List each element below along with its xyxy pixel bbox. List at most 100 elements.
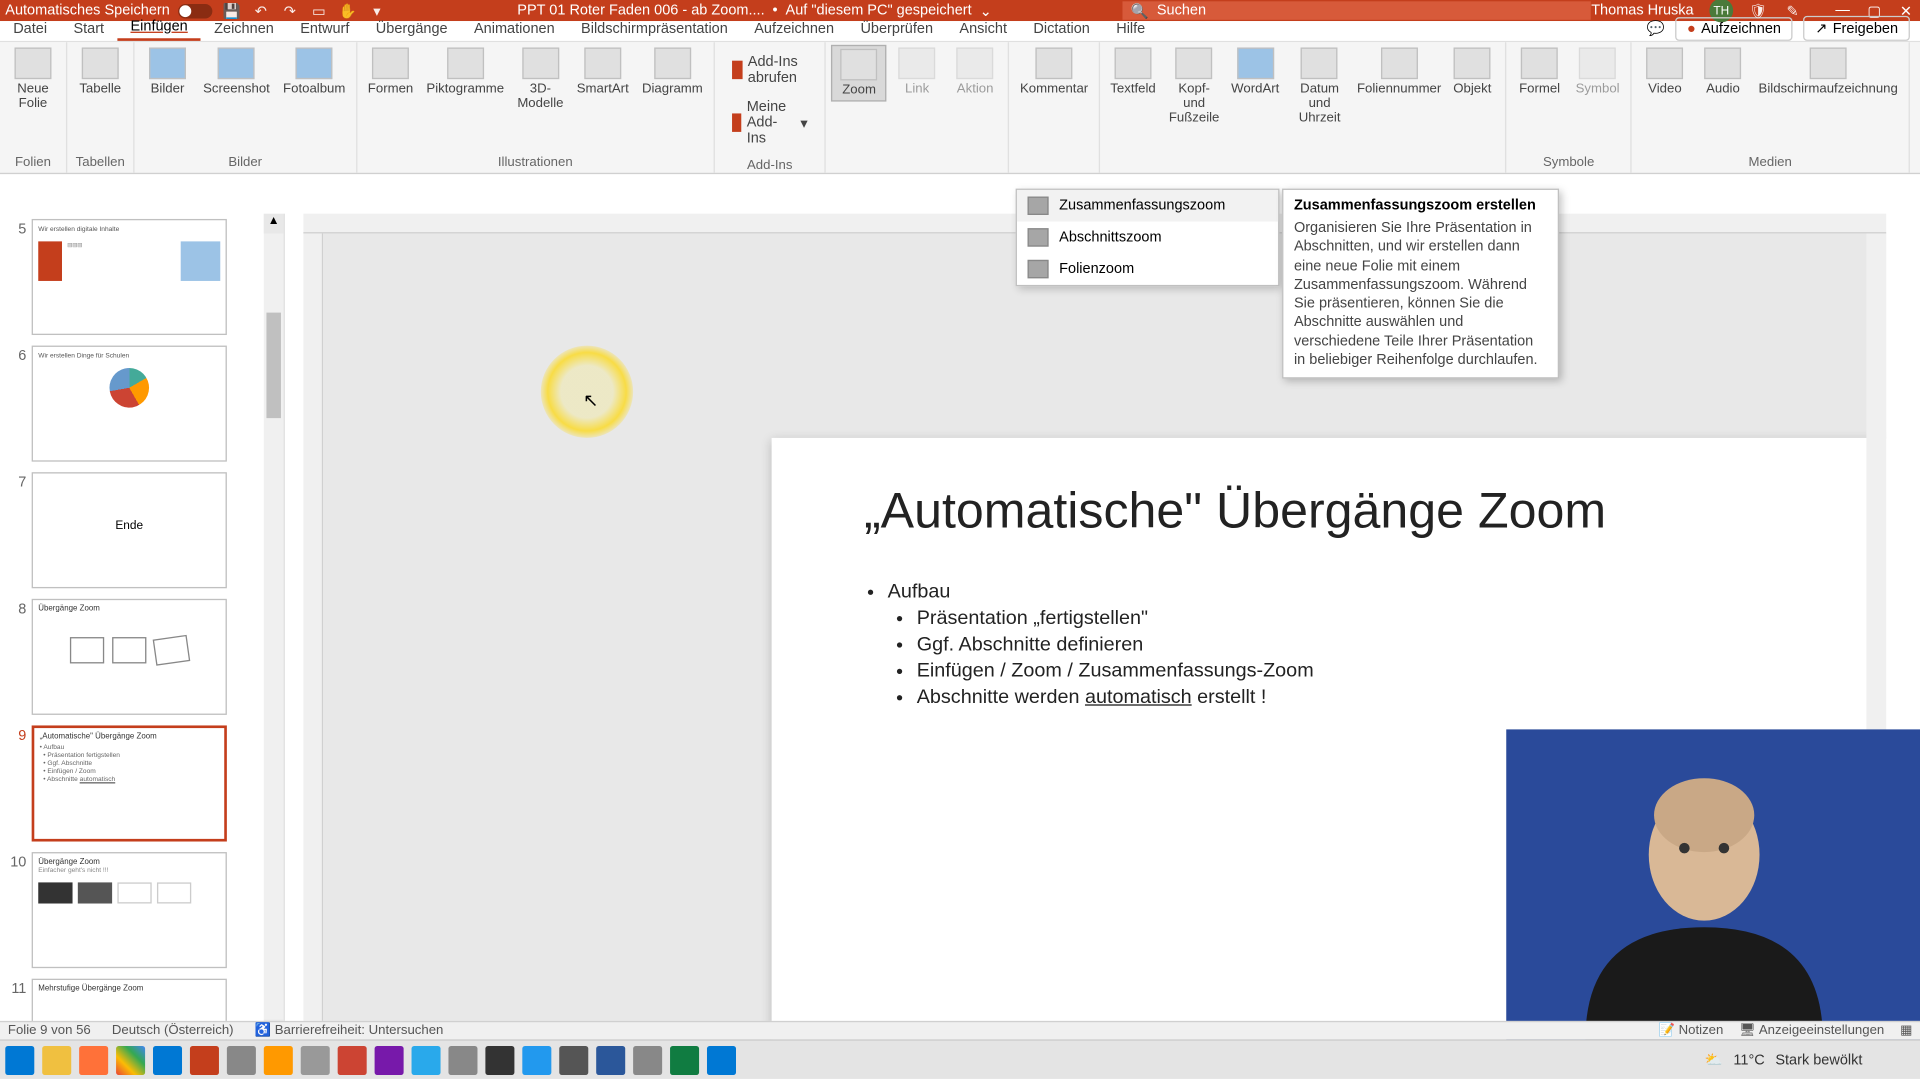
textbox-button[interactable]: Textfeld: [1105, 45, 1160, 99]
slide-thumbnail-7[interactable]: Ende: [32, 472, 227, 588]
present-icon[interactable]: ▭: [310, 1, 328, 19]
shapes-button[interactable]: Formen: [363, 45, 419, 99]
touch-icon[interactable]: ✋: [339, 1, 357, 19]
object-button[interactable]: Objekt: [1445, 45, 1500, 99]
tab-ansicht[interactable]: Ansicht: [946, 16, 1020, 41]
firefox-icon[interactable]: [79, 1045, 108, 1074]
redo-icon[interactable]: ↷: [281, 1, 299, 19]
summary-zoom-icon: [1028, 197, 1049, 215]
scroll-up-icon[interactable]: ▲: [264, 214, 284, 234]
photoalbum-button[interactable]: Fotoalbum: [278, 45, 351, 99]
slide-thumbnail-5[interactable]: Wir erstellen digitale Inhalte▤▤▤: [32, 219, 227, 335]
my-addins-button[interactable]: Meine Add-Ins▾: [725, 95, 814, 150]
slide-thumbnail-9[interactable]: „Automatische" Übergänge Zoom• Aufbau • …: [32, 725, 227, 841]
zoom-section-item[interactable]: Abschnittszoom: [1017, 222, 1278, 254]
zoom-button[interactable]: Zoom: [831, 45, 886, 102]
tab-start[interactable]: Start: [60, 16, 117, 41]
accessibility-check[interactable]: ♿ Barrierefreiheit: Untersuchen: [255, 1024, 444, 1039]
language-indicator[interactable]: Deutsch (Österreich): [112, 1024, 234, 1039]
group-tabellen-label: Tabellen: [73, 153, 128, 173]
excel-icon[interactable]: [670, 1045, 699, 1074]
thumbnails-scrollbar[interactable]: ▲ ▼: [264, 214, 284, 1040]
tab-zeichnen[interactable]: Zeichnen: [201, 16, 287, 41]
obs-icon[interactable]: [485, 1045, 514, 1074]
privacy-icon[interactable]: 🛡: [1749, 1, 1767, 19]
temperature: 11°C: [1733, 1052, 1764, 1068]
app-icon[interactable]: [448, 1045, 477, 1074]
share-button[interactable]: ↗Freigeben: [1803, 16, 1910, 41]
smartart-button[interactable]: SmartArt: [571, 45, 634, 99]
explorer-icon[interactable]: [42, 1045, 71, 1074]
slide-thumbnail-6[interactable]: Wir erstellen Dinge für Schulen: [32, 346, 227, 462]
comments-icon[interactable]: 💬: [1647, 20, 1665, 37]
search-placeholder: Suchen: [1157, 3, 1206, 19]
tab-animationen[interactable]: Animationen: [461, 16, 568, 41]
word-icon[interactable]: [596, 1045, 625, 1074]
record-button[interactable]: ●Aufzeichnen: [1675, 16, 1793, 40]
app-icon[interactable]: [522, 1045, 551, 1074]
zoom-summary-item[interactable]: Zusammenfassungszoom: [1017, 190, 1278, 222]
symbol-button: Symbol: [1570, 45, 1625, 99]
save-icon[interactable]: 💾: [223, 1, 241, 19]
pen-icon[interactable]: ✎: [1783, 1, 1801, 19]
link-button: Link: [889, 45, 944, 99]
notes-button[interactable]: 📝 Notizen: [1659, 1024, 1724, 1039]
audio-button[interactable]: Audio: [1695, 45, 1750, 99]
start-button[interactable]: [5, 1045, 34, 1074]
webcam-overlay: [1506, 729, 1920, 1039]
chart-button[interactable]: Diagramm: [637, 45, 708, 99]
equation-button[interactable]: Formel: [1512, 45, 1567, 99]
group-kommentare-label: [1015, 168, 1094, 173]
tab-bildschirm[interactable]: Bildschirmpräsentation: [568, 16, 741, 41]
thumb-number: 9: [8, 725, 26, 743]
cameo-button[interactable]: Cameo: [1915, 45, 1920, 99]
slide-thumbnail-10[interactable]: Übergänge ZoomEinfacher geht's nicht !!!: [32, 852, 227, 968]
app-icon[interactable]: [227, 1045, 256, 1074]
zoom-slide-item[interactable]: Folienzoom: [1017, 253, 1278, 285]
icons-button[interactable]: Piktogramme: [421, 45, 509, 99]
weather-icon[interactable]: ⛅: [1705, 1051, 1723, 1068]
group-medien-label: Medien: [1637, 153, 1903, 173]
telegram-icon[interactable]: [412, 1045, 441, 1074]
app-icon[interactable]: [633, 1045, 662, 1074]
powerpoint-icon[interactable]: [190, 1045, 219, 1074]
screenrecording-button[interactable]: Bildschirmaufzeichnung: [1753, 45, 1903, 99]
tab-aufzeichnen[interactable]: Aufzeichnen: [741, 16, 847, 41]
comment-button[interactable]: Kommentar: [1015, 45, 1094, 99]
tooltip-body: Organisieren Sie Ihre Präsentation in Ab…: [1294, 219, 1547, 370]
tab-ueberpruefen[interactable]: Überprüfen: [847, 16, 946, 41]
tab-datei[interactable]: Datei: [0, 16, 60, 41]
get-addins-button[interactable]: Add-Ins abrufen: [725, 50, 814, 90]
header-footer-button[interactable]: Kopf- und Fußzeile: [1163, 45, 1225, 128]
app-icon[interactable]: [559, 1045, 588, 1074]
app-icon[interactable]: [338, 1045, 367, 1074]
new-slide-button[interactable]: Neue Folie: [5, 45, 60, 114]
video-button[interactable]: Video: [1637, 45, 1692, 99]
edge-icon[interactable]: [707, 1045, 736, 1074]
more-icon[interactable]: ▾: [368, 1, 386, 19]
tab-hilfe[interactable]: Hilfe: [1103, 16, 1158, 41]
app-icon[interactable]: [301, 1045, 330, 1074]
screenshot-button[interactable]: Screenshot: [198, 45, 275, 99]
group-kamera-label: Kamera: [1915, 153, 1920, 173]
outlook-icon[interactable]: [153, 1045, 182, 1074]
table-button[interactable]: Tabelle: [73, 45, 128, 99]
slide-thumbnail-8[interactable]: Übergänge Zoom: [32, 599, 227, 715]
group-text-label: [1105, 168, 1500, 173]
search-box[interactable]: 🔍 Suchen: [1123, 1, 1591, 19]
undo-icon[interactable]: ↶: [252, 1, 270, 19]
tab-dictation[interactable]: Dictation: [1020, 16, 1103, 41]
vlc-icon[interactable]: [264, 1045, 293, 1074]
display-settings[interactable]: 🖥 Anzeigeeinstellungen: [1739, 1024, 1884, 1039]
thumb-number: 11: [8, 979, 26, 997]
pictures-button[interactable]: Bilder: [140, 45, 195, 99]
slidenumber-button[interactable]: Foliennummer: [1356, 45, 1442, 99]
slide-title: „Automatische" Übergänge Zoom: [864, 484, 1606, 541]
zoom-dropdown-menu: Zusammenfassungszoom Abschnittszoom Foli…: [1016, 189, 1280, 287]
chrome-icon[interactable]: [116, 1045, 145, 1074]
view-normal-icon[interactable]: ▦: [1900, 1024, 1912, 1039]
onenote-icon[interactable]: [375, 1045, 404, 1074]
wordart-button[interactable]: WordArt: [1228, 45, 1283, 99]
3dmodels-button[interactable]: 3D- Modelle: [512, 45, 569, 114]
datetime-button[interactable]: Datum und Uhrzeit: [1286, 45, 1354, 128]
